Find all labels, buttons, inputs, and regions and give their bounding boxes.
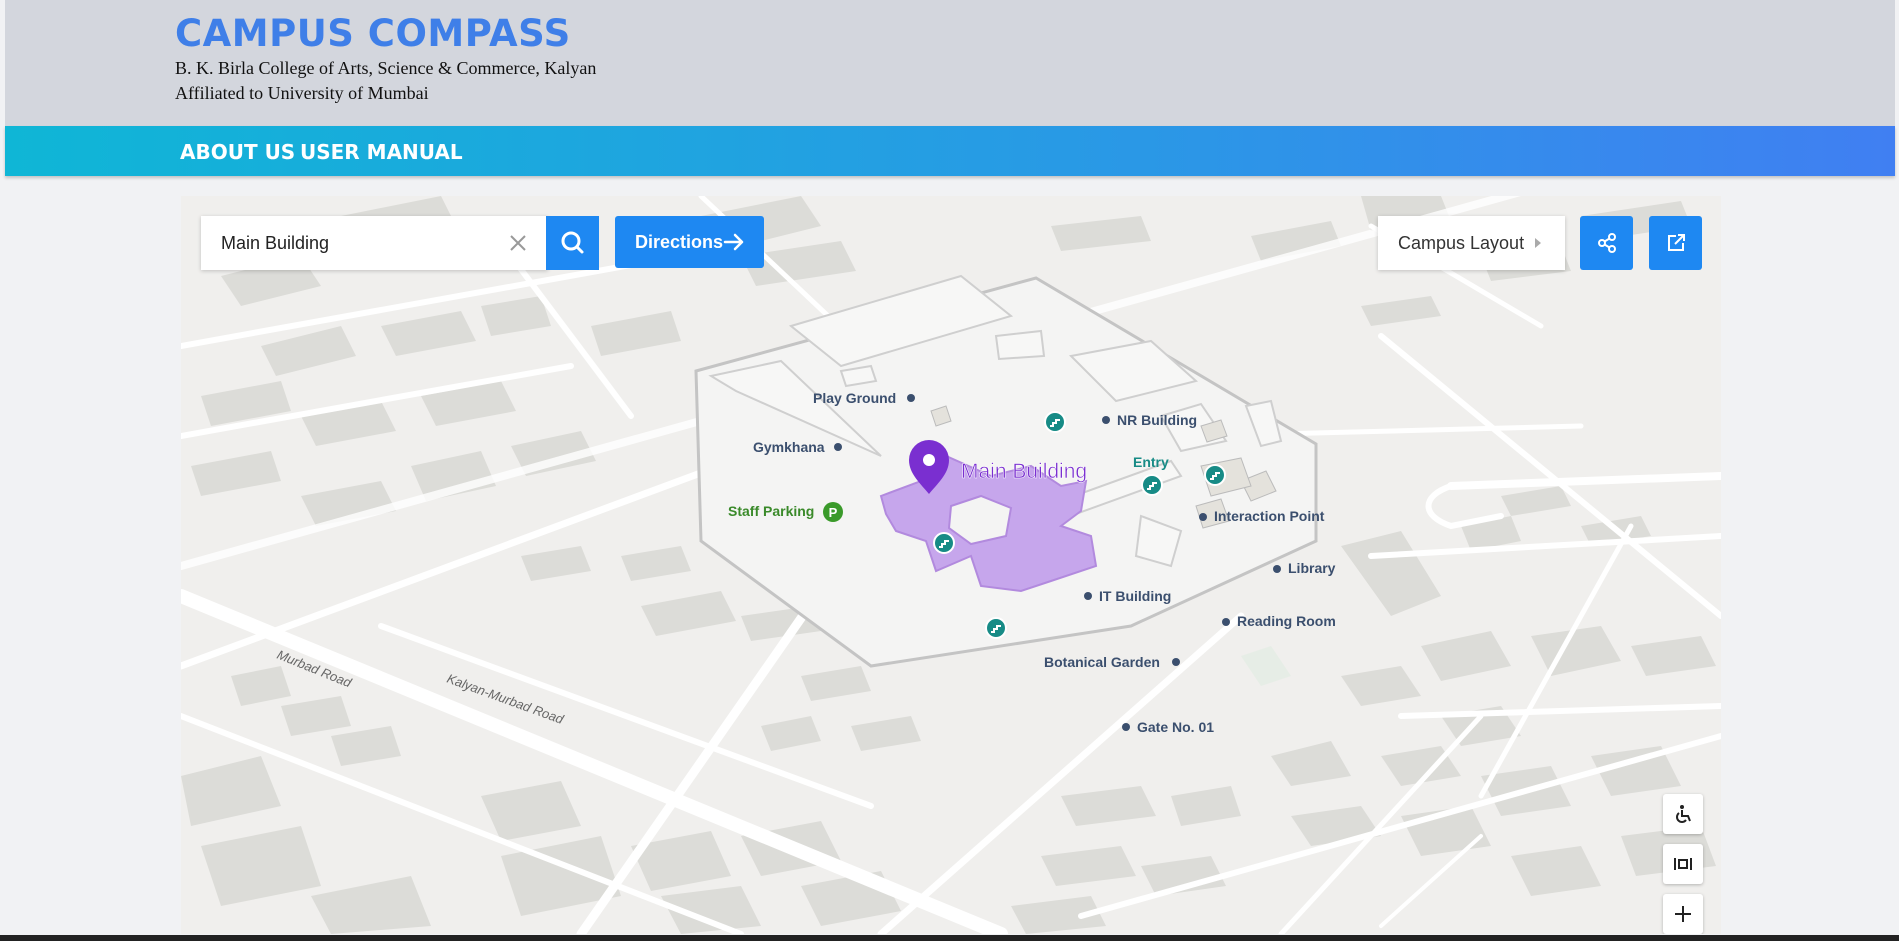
open-external-button[interactable] — [1649, 216, 1702, 270]
external-link-icon — [1668, 234, 1685, 251]
label-library[interactable]: Library — [1288, 560, 1336, 576]
zoom-in-button[interactable] — [1663, 894, 1703, 934]
caret-right-icon — [1535, 238, 1541, 248]
search-box: Main Building — [201, 216, 548, 270]
label-staff-parking[interactable]: Staff Parking — [728, 503, 814, 519]
label-nr-building[interactable]: NR Building — [1117, 412, 1197, 428]
directions-button[interactable]: Directions — [615, 216, 764, 268]
campus-layout-dropdown[interactable]: Campus Layout — [1378, 216, 1565, 270]
label-main-building[interactable]: Main Building — [961, 460, 1088, 484]
nav-about-us[interactable]: ABOUT US — [180, 140, 295, 164]
label-it-building[interactable]: IT Building — [1099, 588, 1171, 604]
parking-icon: P — [823, 502, 843, 522]
label-reading-room[interactable]: Reading Room — [1237, 613, 1336, 629]
plus-icon — [1675, 906, 1691, 922]
svg-text:P: P — [829, 505, 838, 520]
wheelchair-icon — [1676, 805, 1691, 823]
nav-user-manual[interactable]: USER MANUAL — [300, 140, 463, 164]
close-icon[interactable] — [507, 232, 529, 254]
accessibility-toggle[interactable] — [1663, 794, 1703, 834]
label-gate-no-01[interactable]: Gate No. 01 — [1137, 719, 1214, 735]
label-gymkhana[interactable]: Gymkhana — [753, 439, 825, 455]
directions-label: Directions — [635, 232, 724, 252]
app-window: CAMPUS COMPASS B. K. Birla College of Ar… — [0, 0, 1899, 941]
fit-bounds-button[interactable] — [1663, 844, 1703, 884]
label-interaction-point[interactable]: Interaction Point — [1214, 508, 1325, 524]
site-subtitle-college: B. K. Birla College of Arts, Science & C… — [175, 58, 597, 78]
label-botanical-garden[interactable]: Botanical Garden — [1044, 654, 1160, 670]
fit-bounds-icon — [1674, 858, 1692, 870]
campus-layout-label: Campus Layout — [1398, 233, 1525, 253]
share-button[interactable] — [1580, 216, 1633, 270]
label-entry[interactable]: Entry — [1133, 454, 1169, 470]
taskbar-strip — [0, 935, 1899, 941]
site-title: CAMPUS COMPASS — [175, 12, 571, 55]
map-canvas: Murbad Road Kalyan-Murbad Road P Play Gr… — [181, 196, 1721, 934]
arrow-right-icon — [723, 233, 744, 251]
campus-map[interactable]: Murbad Road Kalyan-Murbad Road P Play Gr… — [181, 196, 1721, 934]
nav-bar: ABOUT US USER MANUAL — [5, 126, 1895, 176]
search-icon — [561, 231, 584, 254]
search-button[interactable] — [546, 216, 599, 270]
site-subtitle-affiliation: Affiliated to University of Mumbai — [175, 83, 429, 103]
share-icon — [1598, 233, 1616, 253]
label-play-ground[interactable]: Play Ground — [813, 390, 896, 406]
search-input[interactable]: Main Building — [221, 233, 329, 254]
